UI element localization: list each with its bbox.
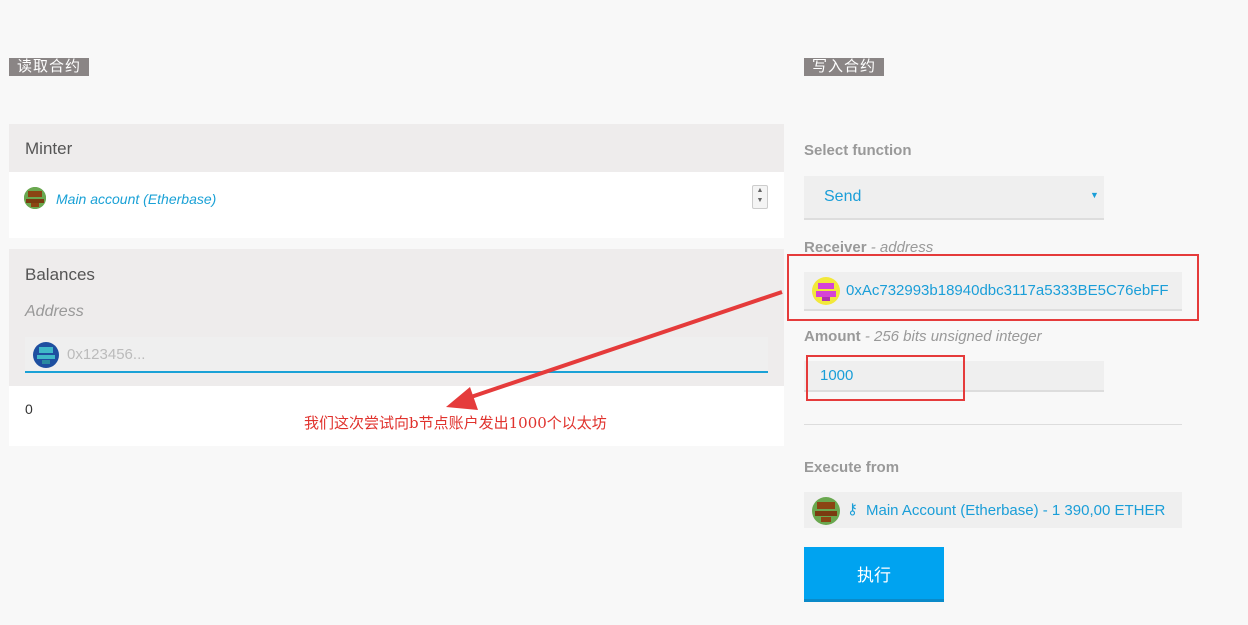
execute-from-label: Execute from [804, 459, 900, 476]
execute-account: Main Account (Etherbase) - 1 390,00 ETHE… [866, 502, 1166, 519]
execute-button[interactable]: 执行 [804, 547, 944, 602]
receiver-highlight-box [787, 254, 1199, 321]
function-select[interactable]: Send ▼ [804, 176, 1104, 220]
chevron-down-icon: ▼ [1090, 190, 1099, 200]
execute-account-identicon [812, 497, 840, 525]
amount-label: Amount - 256 bits unsigned integer [804, 328, 1042, 345]
amount-label-text: Amount [804, 328, 861, 345]
write-contract-tag: 写入合约 [804, 58, 885, 76]
key-icon: ⚷ [847, 501, 858, 518]
amount-hint: - 256 bits unsigned integer [864, 328, 1042, 345]
function-select-value: Send [824, 188, 862, 205]
select-function-label: Select function [804, 142, 912, 159]
amount-highlight-box [806, 355, 965, 401]
execute-from-select[interactable]: ⚷ Main Account (Etherbase) - 1 390,00 ET… [804, 492, 1182, 528]
divider [804, 424, 1182, 425]
